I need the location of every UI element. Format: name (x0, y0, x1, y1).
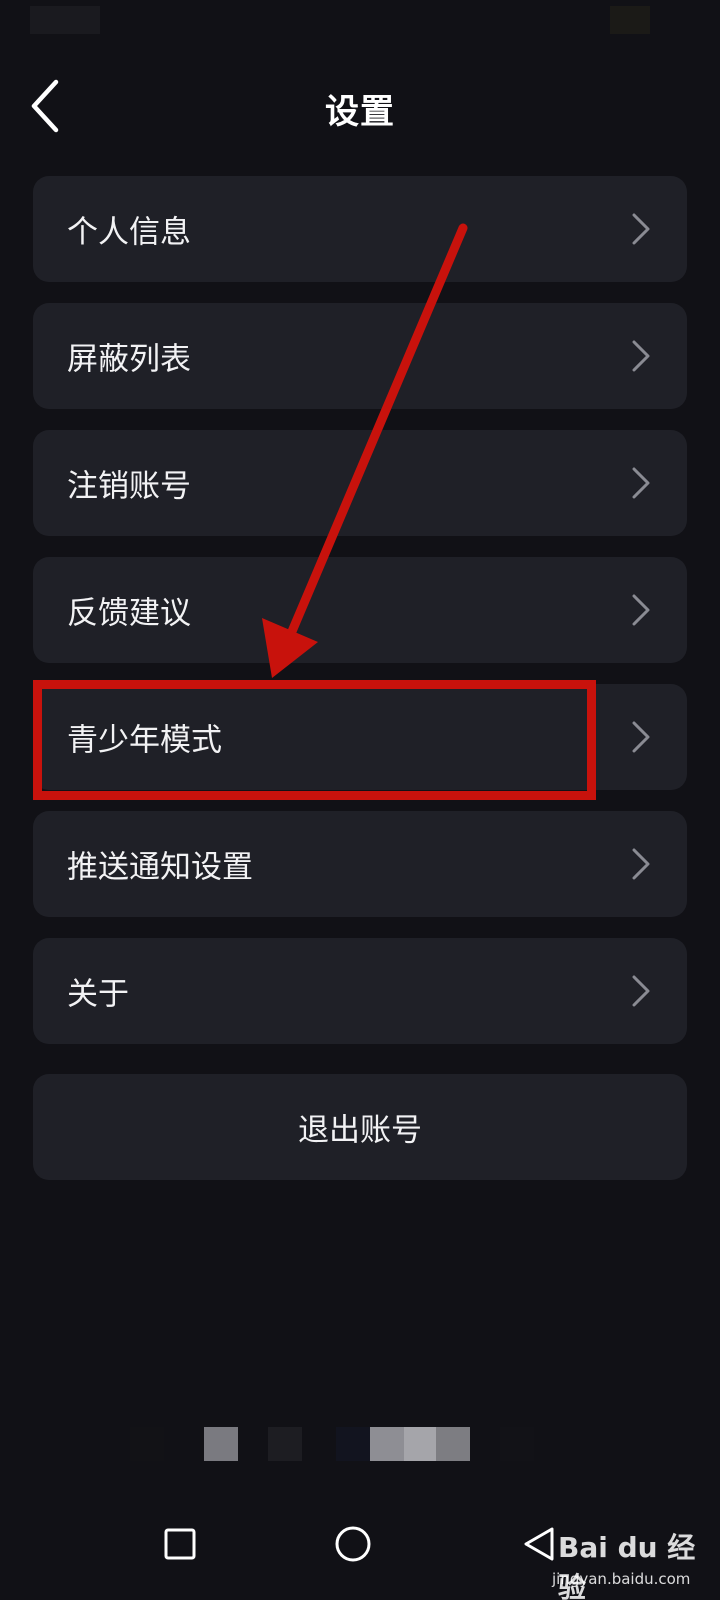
watermark-url: jingyan.baidu.com (552, 1570, 691, 1588)
chevron-right-icon (632, 975, 650, 1007)
logout-label: 退出账号 (298, 1112, 422, 1149)
blur-pixel (268, 1427, 302, 1461)
chevron-right-icon (632, 594, 650, 626)
blur-pixel (336, 1427, 370, 1461)
menu-item-about[interactable]: 关于 (33, 938, 687, 1044)
menu-item-feedback[interactable]: 反馈建议 (33, 557, 687, 663)
menu-item-block-list[interactable]: 屏蔽列表 (33, 303, 687, 409)
menu-item-label: 注销账号 (67, 468, 191, 505)
menu-item-label: 个人信息 (67, 214, 191, 251)
blur-pixel (204, 1427, 238, 1461)
chevron-right-icon (632, 848, 650, 880)
circle-icon (335, 1526, 371, 1562)
watermark-brand: Bai du 经验 (558, 1531, 696, 1600)
menu-item-push-notifications[interactable]: 推送通知设置 (33, 811, 687, 917)
menu-item-teen-mode[interactable]: 青少年模式 (33, 684, 687, 790)
page-title: 设置 (325, 92, 395, 132)
menu-item-label: 关于 (67, 976, 129, 1013)
blur-pixel (130, 1427, 164, 1461)
menu-item-label: 青少年模式 (67, 722, 222, 759)
status-bar-blurred-right (610, 6, 650, 34)
chevron-right-icon (632, 213, 650, 245)
settings-menu: 个人信息 屏蔽列表 注销账号 反馈建议 青少年模式 推送通知设置 关于 (33, 176, 687, 1065)
blurred-content (130, 1427, 550, 1461)
status-bar-blurred-left (30, 6, 100, 34)
menu-item-label: 推送通知设置 (67, 849, 253, 886)
blur-pixel (500, 1427, 534, 1461)
blur-pixel (370, 1427, 404, 1461)
header: 设置 (0, 70, 720, 140)
square-icon (164, 1528, 196, 1560)
chevron-right-icon (632, 340, 650, 372)
blur-pixel (404, 1427, 438, 1461)
chevron-right-icon (632, 467, 650, 499)
recents-button[interactable] (160, 1524, 200, 1564)
menu-item-label: 屏蔽列表 (67, 341, 191, 378)
blur-pixel (436, 1427, 470, 1461)
menu-item-label: 反馈建议 (67, 595, 191, 632)
chevron-right-icon (632, 721, 650, 753)
home-button[interactable] (333, 1524, 373, 1564)
watermark: Bai du 经验 jingyan.baidu.com (548, 1520, 720, 1600)
logout-button[interactable]: 退出账号 (33, 1074, 687, 1180)
status-bar (0, 0, 720, 44)
menu-item-delete-account[interactable]: 注销账号 (33, 430, 687, 536)
menu-item-personal-info[interactable]: 个人信息 (33, 176, 687, 282)
